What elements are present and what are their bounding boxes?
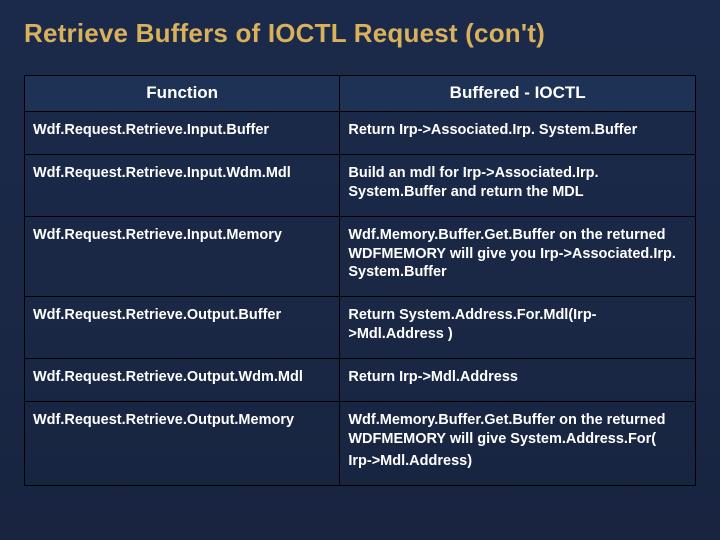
desc-line: Build an mdl for Irp->Associated.Irp. Sy… <box>348 164 685 202</box>
cell-description: Build an mdl for Irp->Associated.Irp. Sy… <box>340 155 696 217</box>
cell-function: Wdf.Request.Retrieve.Input.Memory <box>25 216 340 297</box>
header-buffered: Buffered - IOCTL <box>340 76 696 112</box>
cell-description: Return Irp->Associated.Irp. System.Buffe… <box>340 112 696 155</box>
cell-description: Return System.Address.For.Mdl(Irp->Mdl.A… <box>340 297 696 359</box>
cell-function: Wdf.Request.Retrieve.Output.Wdm.Mdl <box>25 358 340 401</box>
table-row: Wdf.Request.Retrieve.Input.Buffer Return … <box>25 112 696 155</box>
cell-function: Wdf.Request.Retrieve.Input.Buffer <box>25 112 340 155</box>
cell-function: Wdf.Request.Retrieve.Input.Wdm.Mdl <box>25 155 340 217</box>
ioctl-table: Function Buffered - IOCTL Wdf.Request.Re… <box>24 75 696 486</box>
table-row: Wdf.Request.Retrieve.Input.MemoryWdf.Mem… <box>25 216 696 297</box>
header-function: Function <box>25 76 340 112</box>
desc-line: Irp->Mdl.Address) <box>348 452 685 471</box>
cell-description: Wdf.Memory.Buffer.Get.Buffer on the retu… <box>340 216 696 297</box>
desc-line: Return System.Address.For.Mdl(Irp->Mdl.A… <box>348 306 685 344</box>
table-row: Wdf.Request.Retrieve.Output.Wdm.Mdl Retur… <box>25 358 696 401</box>
table-row: Wdf.Request.Retrieve.Input.Wdm.MdlBuild … <box>25 155 696 217</box>
slide-title: Retrieve Buffers of IOCTL Request (con't… <box>24 18 696 49</box>
slide: Retrieve Buffers of IOCTL Request (con't… <box>0 0 720 540</box>
desc-line: Wdf.Memory.Buffer.Get.Buffer on the retu… <box>348 226 685 283</box>
table-row: Wdf.Request.Retrieve.Output.MemoryWdf.Me… <box>25 401 696 486</box>
desc-line: Wdf.Memory.Buffer.Get.Buffer on the retu… <box>348 411 685 449</box>
desc-line: Return Irp->Associated.Irp. System.Buffe… <box>348 121 685 140</box>
cell-description: Return Irp->Mdl.Address <box>340 358 696 401</box>
cell-description: Wdf.Memory.Buffer.Get.Buffer on the retu… <box>340 401 696 486</box>
desc-line: Return Irp->Mdl.Address <box>348 368 685 387</box>
table-header-row: Function Buffered - IOCTL <box>25 76 696 112</box>
cell-function: Wdf.Request.Retrieve.Output.Buffer <box>25 297 340 359</box>
table-row: Wdf.Request.Retrieve.Output.BufferReturn… <box>25 297 696 359</box>
cell-function: Wdf.Request.Retrieve.Output.Memory <box>25 401 340 486</box>
